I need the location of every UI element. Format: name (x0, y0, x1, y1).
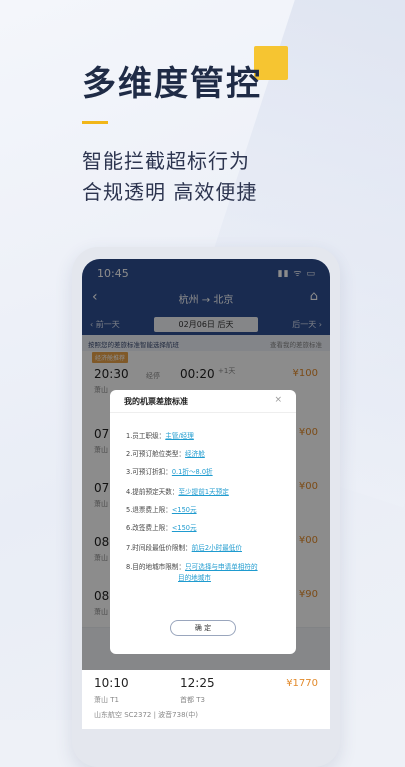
rule-value[interactable]: <150元 (172, 506, 197, 514)
flight-info: 山东航空 SC2372 | 波音738(中) (94, 711, 199, 719)
rule-value[interactable]: 目的地城市 (178, 574, 211, 582)
rule-label: 1.员工职级： (126, 432, 166, 440)
flight-item[interactable]: 10:10 12:25 ¥1770 萧山 T1 首都 T3 山东航空 SC237… (82, 670, 330, 729)
rule-label: 6.改签费上限： (126, 524, 172, 532)
promo-subline-1: 智能拦截超标行为 (82, 149, 250, 173)
rule-label: 4.提前预定天数： (126, 488, 179, 496)
rule-value[interactable]: 至少提前1天预定 (178, 488, 228, 496)
policy-rule-continued: 目的地城市 (178, 572, 211, 582)
departure-time: 10:10 (94, 676, 129, 690)
rule-value[interactable]: <150元 (172, 524, 197, 532)
policy-rule: 2.可预订舱位类型：经济舱 (126, 448, 205, 458)
policy-rule: 8.目的地城市限制：只可选择与申请单相符的 (126, 561, 258, 571)
travel-policy-dialog: 我的机票差旅标准 × 1.员工职级：主管/经理 2.可预订舱位类型：经济舱 3.… (110, 390, 296, 654)
rule-label: 5.退票费上限： (126, 506, 172, 514)
departure-airport: 萧山 T1 (94, 696, 119, 704)
close-icon[interactable]: × (274, 395, 282, 405)
policy-rule: 4.提前预定天数：至少提前1天预定 (126, 486, 229, 496)
rule-label: 7.时间段最低价限制： (126, 544, 192, 552)
confirm-button[interactable]: 确 定 (170, 620, 236, 636)
dialog-title: 我的机票差旅标准 (124, 397, 188, 406)
rule-label: 3.可预订折扣： (126, 468, 172, 476)
rule-value[interactable]: 经济舱 (185, 450, 205, 458)
flight-price: ¥1770 (286, 678, 318, 689)
policy-rule: 5.退票费上限：<150元 (126, 504, 197, 514)
headline-divider (82, 121, 108, 124)
rule-label: 8.目的地城市限制： (126, 563, 186, 571)
rule-value[interactable]: 0.1折～8.0折 (172, 468, 213, 476)
dialog-divider (110, 412, 296, 413)
policy-rule: 3.可预订折扣：0.1折～8.0折 (126, 466, 213, 476)
arrival-time: 12:25 (180, 676, 215, 690)
rule-value[interactable]: 只可选择与申请单相符的 (185, 563, 258, 571)
rule-value[interactable]: 前后2小时最低价 (192, 544, 242, 552)
arrival-airport: 首都 T3 (180, 696, 205, 704)
policy-rule: 7.时间段最低价限制：前后2小时最低价 (126, 542, 242, 552)
rule-label: 2.可预订舱位类型： (126, 450, 186, 458)
promo-headline: 多维度管控 (82, 64, 262, 104)
policy-rule: 1.员工职级：主管/经理 (126, 430, 194, 440)
rule-value[interactable]: 主管/经理 (165, 432, 194, 440)
promo-subline-2: 合规透明 高效便捷 (82, 180, 258, 204)
policy-rule: 6.改签费上限：<150元 (126, 522, 197, 532)
